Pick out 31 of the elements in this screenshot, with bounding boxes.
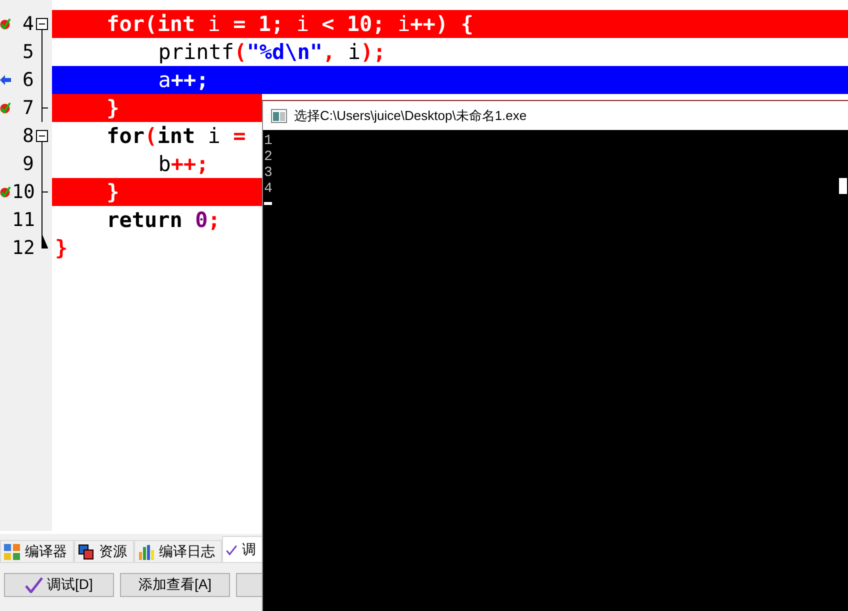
panel-tab[interactable]: 资源 — [74, 540, 134, 562]
breakpoint-icon — [0, 186, 11, 198]
window-title: 选择C:\Users\juice\Desktop\未命名1.exe — [294, 106, 527, 124]
line-number: 12 — [12, 237, 34, 259]
grid-icon — [4, 544, 20, 560]
bar-chart-icon — [138, 544, 154, 560]
text-cursor — [264, 202, 272, 205]
line-number: 5 — [22, 41, 34, 63]
check-icon — [25, 577, 44, 593]
panel-tab[interactable]: 编译日志 — [134, 540, 222, 562]
console-app-icon — [271, 108, 287, 122]
console-output-line: 3 — [264, 165, 272, 181]
line-number: 6 — [22, 69, 34, 91]
arrow-icon — [0, 74, 11, 86]
toolbar-button[interactable]: 添加查看[A] — [120, 573, 230, 597]
line-number: 11 — [12, 209, 34, 231]
line-number: 8 — [22, 125, 34, 147]
panel-tab[interactable]: 编译器 — [0, 540, 74, 562]
line-number: 10 — [12, 181, 34, 203]
toolbar-button[interactable]: 调试[D] — [4, 573, 114, 597]
layers-icon — [78, 544, 94, 560]
console-output-line: 4 — [264, 181, 272, 197]
line-number: 4 — [22, 13, 34, 35]
breakpoint-icon — [0, 102, 11, 114]
console-output-line: 1 — [264, 133, 272, 149]
scrollbar-thumb[interactable] — [839, 178, 847, 194]
console-output-line: 2 — [264, 149, 272, 165]
breakpoint-icon — [0, 18, 11, 30]
line-number: 9 — [22, 153, 34, 175]
line-number: 7 — [22, 97, 34, 119]
panel-tab[interactable]: 调 — [222, 536, 262, 562]
